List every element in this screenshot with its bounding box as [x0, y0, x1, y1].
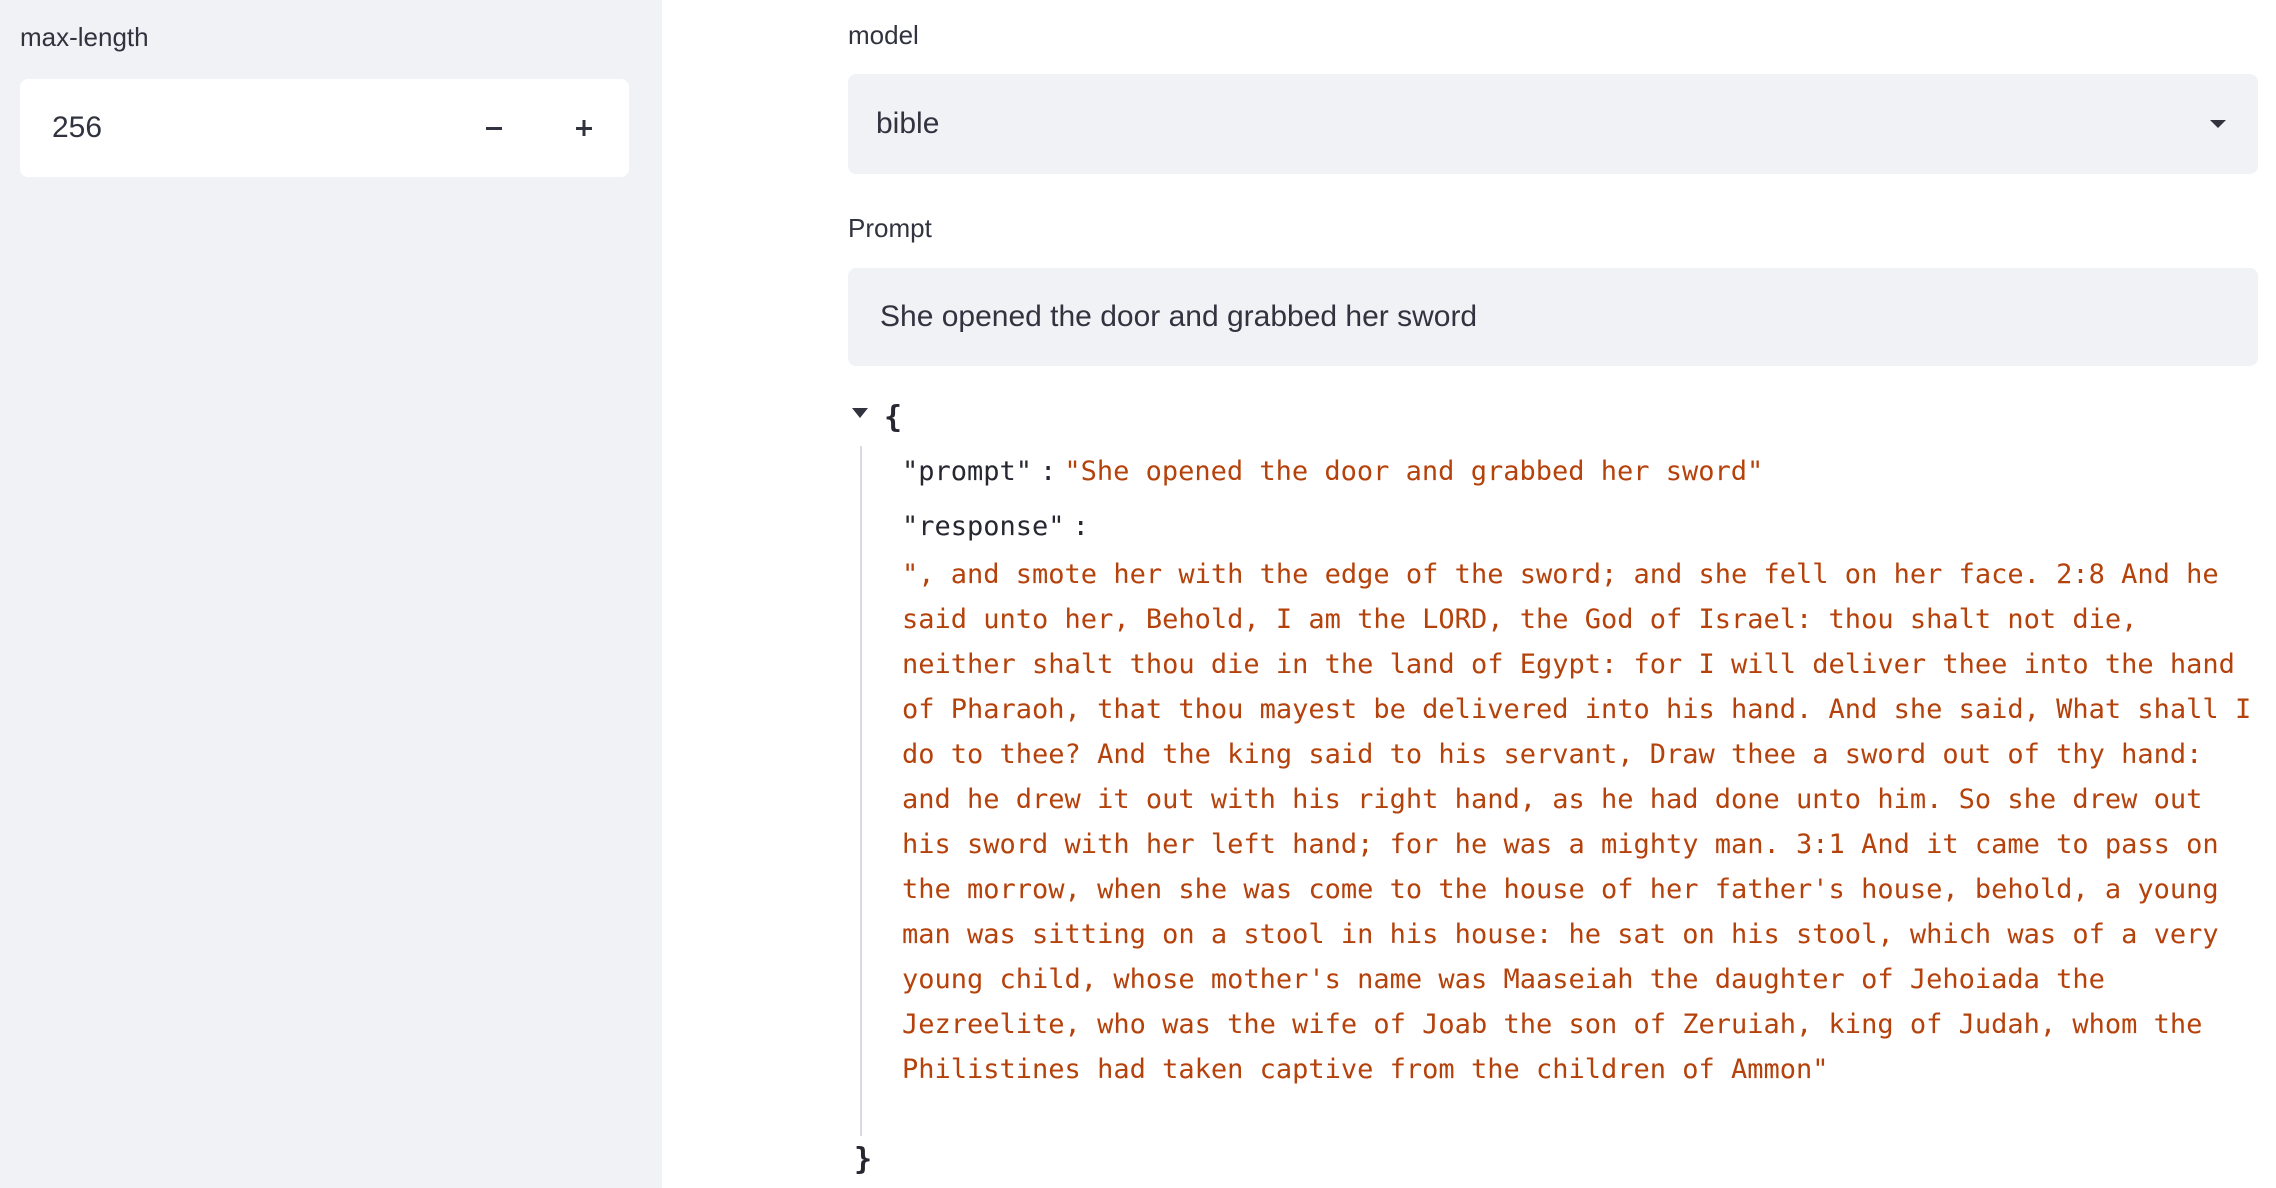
decrement-button[interactable] — [449, 79, 539, 177]
collapse-triangle-icon[interactable] — [851, 406, 869, 420]
model-select[interactable]: bible — [848, 74, 2258, 174]
model-label: model — [848, 20, 919, 50]
model-selected-value: bible — [876, 107, 940, 140]
prompt-input-value: She opened the door and grabbed her swor… — [880, 300, 1478, 333]
json-body: "prompt": "She opened the door and grabbe… — [860, 446, 2251, 1136]
max-length-label: max-length — [20, 22, 149, 52]
max-length-value[interactable]: 256 — [20, 111, 449, 145]
json-prompt-value: "She opened the door and grabbed her swo… — [1064, 456, 1764, 487]
sidebar: max-length 256 — [0, 0, 662, 1188]
minus-icon — [486, 127, 502, 130]
dropdown-toggle[interactable] — [2178, 74, 2258, 174]
max-length-number-input: 256 — [20, 79, 629, 177]
json-open-brace: { — [884, 400, 903, 435]
json-separator: : — [1072, 511, 1089, 542]
plus-icon — [576, 120, 592, 136]
prompt-input[interactable]: She opened the door and grabbed her swor… — [848, 268, 2258, 366]
json-separator: : — [1040, 456, 1057, 487]
prompt-label: Prompt — [848, 213, 932, 243]
json-response-key: "response" — [902, 511, 1065, 542]
increment-button[interactable] — [539, 79, 629, 177]
json-response-key-row: "response": — [902, 511, 1097, 542]
json-close-brace: } — [854, 1142, 873, 1177]
json-response-value: ", and smote her with the edge of the sw… — [902, 559, 2252, 1085]
json-prompt-key: "prompt" — [902, 456, 1033, 487]
chevron-down-icon — [2210, 120, 2226, 128]
json-prompt-row: "prompt": "She opened the door and grabbe… — [902, 456, 1763, 487]
